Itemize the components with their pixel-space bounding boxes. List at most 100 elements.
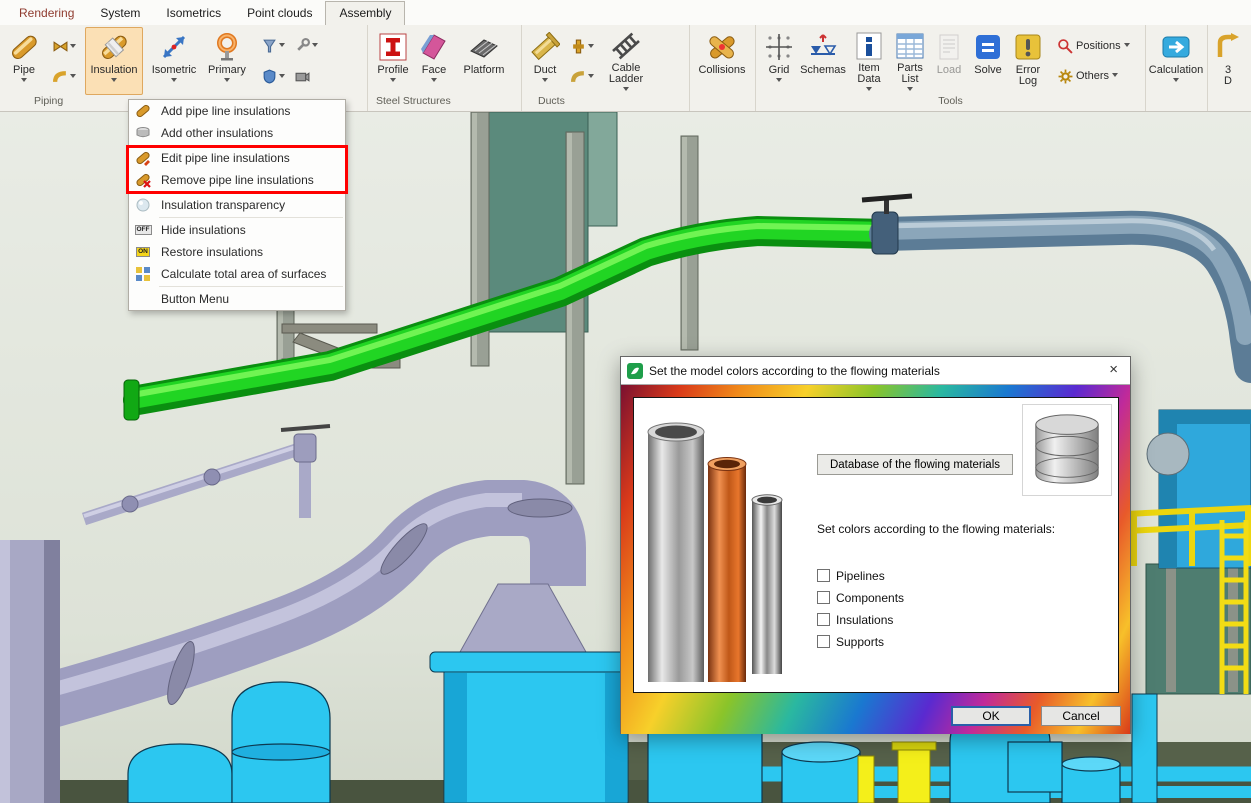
chevron-down-icon [279, 74, 285, 81]
chevron-down-icon [1173, 78, 1179, 85]
group-label-collisions [690, 95, 755, 110]
database-icon [1022, 404, 1112, 496]
checkbox-row-supports[interactable]: Supports [817, 634, 884, 649]
platform-button[interactable]: Platform [454, 27, 514, 95]
chevron-down-icon [279, 43, 285, 50]
cable-ladder-button[interactable]: Cable Ladder [601, 27, 651, 95]
profile-button[interactable]: Profile [372, 27, 414, 95]
schemas-button[interactable]: Schemas [798, 27, 848, 95]
dialog-panel: Database of the flowing materials Set co… [633, 397, 1119, 693]
chevron-down-icon [623, 87, 629, 94]
application-window: Rendering System Isometrics Point clouds… [0, 0, 1251, 803]
checkbox-row-insulations[interactable]: Insulations [817, 612, 893, 627]
wrench-tool-button[interactable] [292, 36, 321, 55]
tab-assembly[interactable]: Assembly [325, 1, 405, 25]
insulation-menu: Add pipe line insulations Add other insu… [128, 99, 346, 311]
pipelines-checkbox[interactable] [817, 569, 830, 582]
plant-icon [627, 363, 643, 379]
menu-item-add-other-insulations[interactable]: Add other insulations [129, 122, 345, 144]
duct-button[interactable]: Duct [526, 27, 564, 95]
chevron-down-icon [431, 78, 437, 85]
restore-insulations-icon: ON [133, 244, 153, 260]
ribbon-group-collisions: Collisions [690, 25, 756, 111]
database-button[interactable]: Database of the flowing materials [817, 454, 1013, 475]
menu-item-remove-pipe-line-insulations[interactable]: Remove pipe line insulations [129, 169, 345, 191]
checkbox-row-components[interactable]: Components [817, 590, 904, 605]
chevron-down-icon [312, 43, 318, 50]
funnel-tool-button[interactable] [259, 36, 288, 55]
tab-rendering[interactable]: Rendering [6, 2, 87, 25]
three-d-button[interactable]: 3 D [1208, 27, 1248, 95]
menu-item-restore-insulations[interactable]: ON Restore insulations [129, 241, 345, 263]
duct-bend-button[interactable] [568, 67, 597, 86]
positions-button[interactable]: Positions [1054, 36, 1134, 57]
ribbon-group-steel-structures: Profile Face Platform Steel Structures [368, 25, 522, 111]
face-button[interactable]: Face [414, 27, 454, 95]
grid-button[interactable]: Grid [760, 27, 798, 95]
chevron-down-icon [776, 78, 782, 85]
checkbox-row-pipelines[interactable]: Pipelines [817, 568, 885, 583]
menu-item-button-menu[interactable]: Button Menu [129, 288, 345, 310]
collisions-button[interactable]: Collisions [692, 27, 752, 95]
group-label-steel-structures: Steel Structures [368, 95, 521, 110]
supports-checkbox[interactable] [817, 635, 830, 648]
schemas-icon [808, 31, 838, 63]
isometric-button[interactable]: Isometric [147, 27, 201, 95]
pipes-image [640, 404, 806, 693]
ok-button[interactable]: OK [951, 706, 1031, 726]
menu-item-hide-insulations[interactable]: OFF Hide insulations [129, 219, 345, 241]
components-checkbox[interactable] [817, 591, 830, 604]
chevron-down-icon [588, 44, 594, 51]
duct-fitting-button[interactable] [568, 37, 597, 56]
chevron-down-icon [866, 87, 872, 94]
cancel-button[interactable]: Cancel [1041, 706, 1121, 726]
add-other-insulation-icon [133, 125, 153, 141]
chevron-down-icon [224, 78, 230, 85]
load-button[interactable]: Load [930, 27, 968, 95]
pipe-button[interactable]: Pipe [4, 27, 44, 95]
profile-icon [378, 31, 408, 63]
item-data-button[interactable]: Item Data [848, 27, 890, 95]
dialog-body: Database of the flowing materials Set co… [621, 385, 1130, 734]
wrench-icon [295, 38, 310, 53]
parts-list-button[interactable]: Parts List [890, 27, 930, 95]
primary-button[interactable]: Primary [201, 27, 253, 95]
solve-icon [973, 31, 1003, 63]
menu-item-calculate-total-area[interactable]: Calculate total area of surfaces [129, 263, 345, 285]
error-log-button[interactable]: Error Log [1008, 27, 1048, 95]
cable-ladder-icon [611, 31, 641, 61]
chevron-down-icon [588, 74, 594, 81]
edit-pipe-insulation-icon [133, 150, 153, 166]
pipe-bend-button[interactable] [50, 67, 79, 86]
menu-item-edit-pipe-line-insulations[interactable]: Edit pipe line insulations [129, 147, 345, 169]
pipe-fitting-icon [53, 39, 68, 54]
insulation-button[interactable]: Insulation [85, 27, 143, 95]
menu-item-add-pipe-line-insulations[interactable]: Add pipe line insulations [129, 100, 345, 122]
tab-point-clouds[interactable]: Point clouds [234, 2, 325, 25]
dialog-title: Set the model colors according to the fl… [649, 364, 940, 378]
menu-separator [159, 145, 343, 146]
menu-item-insulation-transparency[interactable]: Insulation transparency [129, 194, 345, 216]
solve-button[interactable]: Solve [968, 27, 1008, 95]
ribbon-group-ducts: Duct Cable Ladder Ducts [522, 25, 690, 111]
camera-tool-button[interactable] [292, 67, 321, 86]
calculation-button[interactable]: Calculation [1146, 27, 1206, 95]
tab-isometrics[interactable]: Isometrics [153, 2, 234, 25]
isometric-icon [159, 31, 189, 63]
parts-list-icon [895, 31, 925, 61]
chevron-down-icon [390, 78, 396, 85]
tab-system[interactable]: System [87, 2, 153, 25]
menu-separator [159, 286, 343, 287]
dialog-titlebar[interactable]: Set the model colors according to the fl… [621, 357, 1130, 385]
blank-icon [133, 291, 153, 307]
gear-icon [1058, 69, 1073, 84]
item-data-icon [854, 31, 884, 61]
pipe-fittings-button[interactable] [50, 37, 79, 56]
pipe-icon [9, 31, 39, 63]
close-icon[interactable]: × [1109, 361, 1118, 379]
insulations-checkbox[interactable] [817, 613, 830, 626]
others-button[interactable]: Others [1054, 66, 1134, 87]
shield-tool-button[interactable] [259, 67, 288, 86]
primary-icon [212, 31, 242, 63]
insulation-icon [99, 31, 129, 63]
